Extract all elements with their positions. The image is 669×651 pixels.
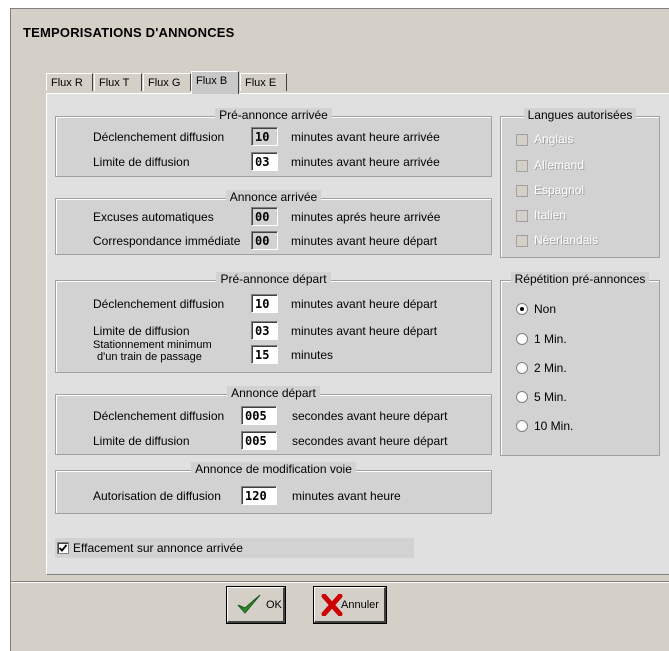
declenchement-arrivee-field[interactable]: 10 (251, 127, 278, 146)
row-suffix: minutes avant heure départ (291, 324, 438, 338)
checkbox-anglais[interactable] (516, 134, 528, 146)
checkbox-espagnol[interactable] (516, 185, 528, 197)
limite-secondes-field[interactable]: 005 (241, 431, 277, 450)
group-title: Annonce départ (227, 386, 320, 400)
row-suffix: secondes avant heure départ (292, 409, 448, 423)
row-suffix: minutes aprés heure arrivée (291, 210, 441, 224)
annuler-label: Annuler (341, 598, 379, 611)
autorisation-field[interactable]: 120 (241, 486, 277, 505)
radio-label-10-min: 10 Min. (534, 419, 574, 433)
row-suffix: minutes avant heure départ (291, 234, 438, 248)
stationnement-label-line1: Stationnement minimum (93, 339, 212, 351)
row-label: Limite de diffusion (93, 155, 190, 169)
group-repetition: Répétition pré-annonces Non 1 Min. 2 Min… (500, 272, 660, 456)
radio-label-5-min: 5 Min. (534, 390, 567, 404)
tab-flux-r[interactable]: Flux R (46, 73, 93, 91)
group-title: Pré-annonce arrivée (215, 108, 332, 122)
lang-label-anglais: Anglais (534, 132, 574, 146)
row-label: Excuses automatiques (93, 210, 214, 224)
separator (11, 581, 669, 583)
row-label: Déclenchement diffusion (93, 297, 225, 311)
stationnement-label-line2: d'un train de passage (97, 351, 202, 363)
row-suffix: minutes avant heure (292, 489, 401, 503)
tab-flux-e[interactable]: Flux E (240, 73, 287, 91)
check-icon (237, 594, 261, 614)
stationnement-field[interactable]: 15 (251, 345, 278, 364)
group-modification-voie: Annonce de modification voie Autorisatio… (55, 462, 492, 514)
row-label: Déclenchement diffusion (93, 130, 225, 144)
checkbox-italien[interactable] (516, 210, 528, 222)
radio-non[interactable] (516, 303, 528, 315)
lang-label-italien: Italien (534, 208, 567, 222)
radio-label-2-min: 2 Min. (534, 361, 567, 375)
radio-label-1-min: 1 Min. (534, 332, 567, 346)
tab-flux-b[interactable]: Flux B (191, 71, 239, 94)
group-title: Pré-annonce départ (216, 272, 331, 286)
radio-selected-dot (520, 307, 524, 311)
checkbox-allemand[interactable] (516, 160, 528, 172)
annuler-button[interactable]: Annuler (313, 586, 387, 624)
group-title: Annonce de modification voie (191, 462, 356, 476)
group-title: Annonce arrivée (225, 190, 322, 204)
lang-label-espagnol: Espagnol (534, 183, 585, 197)
radio-1-min[interactable] (516, 333, 528, 345)
lang-label-neerlandais: Néerlandais (534, 233, 599, 247)
group-title: Langues autorisées (523, 108, 637, 122)
tab-flux-t[interactable]: Flux T (94, 73, 142, 91)
group-pre-annonce-arrivee: Pré-annonce arrivée Déclenchement diffus… (55, 108, 492, 177)
radio-2-min[interactable] (516, 362, 528, 374)
cancel-x-icon (321, 593, 343, 616)
radio-10-min[interactable] (516, 420, 528, 432)
group-annonce-depart: Annonce départ Déclenchement diffusion 0… (55, 386, 492, 455)
tab-flux-g[interactable]: Flux G (143, 73, 191, 91)
row-suffix: minutes avant heure départ (291, 297, 438, 311)
declenchement-depart-field[interactable]: 10 (251, 294, 278, 313)
lang-label-allemand: Allemand (534, 158, 585, 172)
stationnement-label: Stationnement minimum d'un train de pass… (93, 339, 212, 363)
group-langues: Langues autorisées Anglais Allemand Espa… (500, 108, 660, 258)
effacement-checkbox[interactable] (57, 542, 69, 554)
row-label: Limite de diffusion (93, 324, 190, 338)
excuses-field[interactable]: 00 (251, 207, 278, 226)
radio-5-min[interactable] (516, 391, 528, 403)
tab-panel: Pré-annonce arrivée Déclenchement diffus… (46, 93, 669, 575)
limite-depart-field[interactable]: 03 (251, 321, 278, 340)
row-suffix: minutes avant heure arrivée (291, 130, 440, 144)
row-label: Limite de diffusion (93, 434, 190, 448)
row-suffix: secondes avant heure départ (292, 434, 448, 448)
correspondance-field[interactable]: 00 (251, 231, 278, 250)
effacement-label: Effacement sur annonce arrivée (73, 541, 243, 555)
group-title: Répétition pré-annonces (510, 272, 650, 286)
checkbox-neerlandais[interactable] (516, 235, 528, 247)
row-label: Déclenchement diffusion (93, 409, 225, 423)
ok-label: OK (266, 598, 282, 611)
group-annonce-arrivee: Annonce arrivée Excuses automatiques 00 … (55, 190, 492, 255)
dialog-title: TEMPORISATIONS D'ANNONCES (23, 25, 235, 40)
row-suffix: minutes (291, 348, 334, 362)
dialog-window: TEMPORISATIONS D'ANNONCES Flux R Flux T … (10, 8, 669, 651)
row-label: Autorisation de diffusion (93, 489, 221, 503)
limite-arrivee-field[interactable]: 03 (251, 152, 278, 171)
row-suffix: minutes avant heure arrivée (291, 155, 440, 169)
row-label: Correspondance immédiate (93, 234, 241, 248)
declenchement-secondes-field[interactable]: 005 (241, 406, 277, 425)
group-pre-annonce-depart: Pré-annonce départ Déclenchement diffusi… (55, 272, 492, 373)
ok-button[interactable]: OK (226, 586, 286, 624)
radio-label-non: Non (534, 302, 557, 316)
check-icon (58, 544, 68, 552)
